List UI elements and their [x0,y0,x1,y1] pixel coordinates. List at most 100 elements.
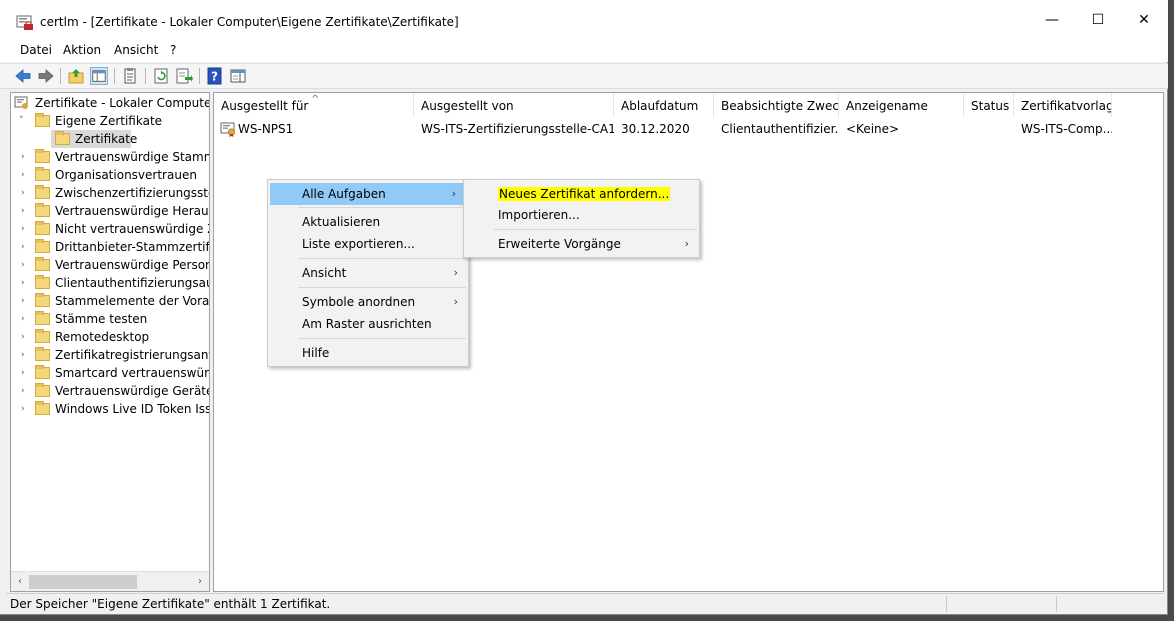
tree-item-clientauthentifizierungsausst[interactable]: › Clientauthentifizierungsausst [11,274,209,292]
chevron-right-icon[interactable]: › [21,202,31,220]
column-header-issued-to[interactable]: Ausgestellt für ^ [214,93,414,117]
tree-item-vertrauenswuerdige-stammzer[interactable]: › Vertrauenswürdige Stammzer [11,148,209,166]
column-header-status[interactable]: Status [964,93,1014,117]
tree-item-label: Drittanbieter-Stammzertifizie [55,240,210,254]
up-folder-icon[interactable] [67,67,85,85]
tree-item-vertrauenswuerdige-herausgel[interactable]: › Vertrauenswürdige Herausgel [11,202,209,220]
tree-item-label: Vertrauenswürdige Herausgel [55,204,209,218]
certificate-store-icon [14,96,28,109]
chevron-right-icon[interactable]: › [21,220,31,238]
column-header-expiration[interactable]: Ablaufdatum [614,93,714,117]
tree-item-stammelemente-der-vorabve[interactable]: › Stammelemente der Vorabve [11,292,209,310]
tree-item-smartcard-vertrauenswuerdige[interactable]: › Smartcard vertrauenswürdige [11,364,209,382]
svg-text:?: ? [211,70,218,84]
title-bar[interactable]: certlm - [Zertifikate - Lokaler Computer… [0,0,1168,40]
menu-item-label: Aktualisieren [302,215,381,229]
folder-icon [35,275,50,289]
menu-aktion[interactable]: Aktion [63,43,101,57]
chevron-right-icon[interactable]: › [21,346,31,364]
back-arrow-icon[interactable] [14,67,32,85]
tree-item-organisationsvertrauen[interactable]: › Organisationsvertrauen [11,166,209,184]
column-header-template[interactable]: Zertifikatvorlage [1014,93,1112,117]
tree-item-staemme-testen[interactable]: › Stämme testen [11,310,209,328]
tree-item-windows-live-id-token-issuer[interactable]: › Windows Live ID Token Issuer [11,400,209,418]
tree-item-nicht-vertrauenswuerdige-zert[interactable]: › Nicht vertrauenswürdige Zert [11,220,209,238]
submenu-item-erweiterte-vorgaenge[interactable]: Erweiterte Vorgänge › [466,233,697,255]
minimize-button[interactable]: — [1029,0,1075,40]
tree-horizontal-scrollbar[interactable]: ‹ › [11,571,209,591]
folder-icon [35,149,50,163]
context-submenu-alle-aufgaben: Neues Zertifikat anfordern... Importieren… [463,179,700,258]
chevron-right-icon[interactable]: › [21,310,31,328]
chevron-right-icon[interactable]: › [21,328,31,346]
export-list-icon[interactable] [175,67,193,85]
tree-item-zwischenzertifizierungssteller[interactable]: › Zwischenzertifizierungssteller [11,184,209,202]
scroll-left-icon[interactable]: ‹ [13,574,27,590]
column-header-issued-by[interactable]: Ausgestellt von [414,93,614,117]
scroll-right-icon[interactable]: › [193,574,207,590]
submenu-item-neues-zertifikat-anfordern[interactable]: Neues Zertifikat anfordern... [466,183,697,205]
column-header-friendly-name[interactable]: Anzeigename [839,93,964,117]
scrollbar-thumb[interactable] [29,575,137,589]
menu-item-ansicht[interactable]: Ansicht › [270,262,466,284]
toolbar-separator [114,68,115,84]
menu-item-aktualisieren[interactable]: Aktualisieren [270,211,466,233]
menu-ansicht[interactable]: Ansicht [114,43,158,57]
refresh-icon[interactable] [152,67,170,85]
tree-item-eigene-zertifikate[interactable]: ˅ Eigene Zertifikate [11,112,209,130]
menu-item-alle-aufgaben[interactable]: Alle Aufgaben › [270,183,464,205]
menu-item-label: Neues Zertifikat anfordern... [498,187,671,201]
properties-icon[interactable] [121,67,139,85]
tree-item-remotedesktop[interactable]: › Remotedesktop [11,328,209,346]
maximize-button[interactable]: ☐ [1075,0,1121,40]
tree-item-vertrauenswuerdige-personen[interactable]: › Vertrauenswürdige Personen [11,256,209,274]
help-icon[interactable]: ? [206,67,224,85]
tree-item-label: Stämme testen [55,312,148,326]
menu-item-hilfe[interactable]: Hilfe [270,342,466,364]
tree-item-label: Clientauthentifizierungsausst [55,276,209,290]
column-header-intended-purposes[interactable]: Beabsichtigte Zwec... [714,93,839,117]
toolbar: ? [0,63,1168,89]
chevron-right-icon[interactable]: › [21,184,31,202]
chevron-right-icon[interactable]: › [21,238,31,256]
chevron-right-icon[interactable]: › [21,292,31,310]
tree-root[interactable]: Zertifikate - Lokaler Computer [11,94,209,112]
tree-item-zertifikate[interactable]: Zertifikate [11,130,209,148]
action-pane-icon[interactable] [229,67,247,85]
chevron-right-icon[interactable]: › [21,382,31,400]
chevron-right-icon[interactable]: › [21,256,31,274]
folder-icon [35,311,50,325]
chevron-down-icon[interactable]: ˅ [19,112,29,130]
menu-item-liste-exportieren[interactable]: Liste exportieren... [270,233,466,255]
folder-icon [55,131,70,145]
tree-item-vertrauenswuerdige-geraete[interactable]: › Vertrauenswürdige Geräte [11,382,209,400]
cell-status [964,120,1014,138]
tree-item-label: Zertifikatregistrierungsanford [55,348,209,362]
menu-item-label: Ansicht [302,266,347,280]
menu-datei[interactable]: Datei [20,43,52,57]
context-menu: Alle Aufgaben › Aktualisieren Liste exporti… [267,179,469,367]
menu-separator [298,338,466,339]
tree-item-drittanbieter-stammzertifizie[interactable]: › Drittanbieter-Stammzertifizie [11,238,209,256]
menu-item-label: Liste exportieren... [302,237,415,251]
chevron-right-icon[interactable]: › [21,148,31,166]
chevron-right-icon[interactable]: › [21,364,31,382]
folder-icon [35,329,50,343]
cell-issued-by: WS-ITS-Zertifizierungsstelle-CA1 [421,122,614,136]
tree-item-label: Eigene Zertifikate [55,114,163,128]
tree-pane[interactable]: Zertifikate - Lokaler Computer ˅ Eigene Z… [10,92,210,592]
menu-item-symbole-anordnen[interactable]: Symbole anordnen › [270,291,466,313]
submenu-arrow-icon: › [451,187,456,200]
tree-item-zertifikatregistrierungsanford[interactable]: › Zertifikatregistrierungsanford [11,346,209,364]
close-button[interactable]: ✕ [1121,0,1167,40]
submenu-item-importieren[interactable]: Importieren... [466,204,697,226]
tree-item-label: Zertifikate [75,132,138,146]
menu-item-am-raster-ausrichten[interactable]: Am Raster ausrichten [270,313,466,335]
menu-item-label: Importieren... [498,208,580,222]
show-tree-icon[interactable] [90,67,108,85]
menu-help[interactable]: ? [170,43,176,57]
forward-arrow-icon[interactable] [37,67,55,85]
chevron-right-icon[interactable]: › [21,274,31,292]
chevron-right-icon[interactable]: › [21,400,31,418]
chevron-right-icon[interactable]: › [21,166,31,184]
